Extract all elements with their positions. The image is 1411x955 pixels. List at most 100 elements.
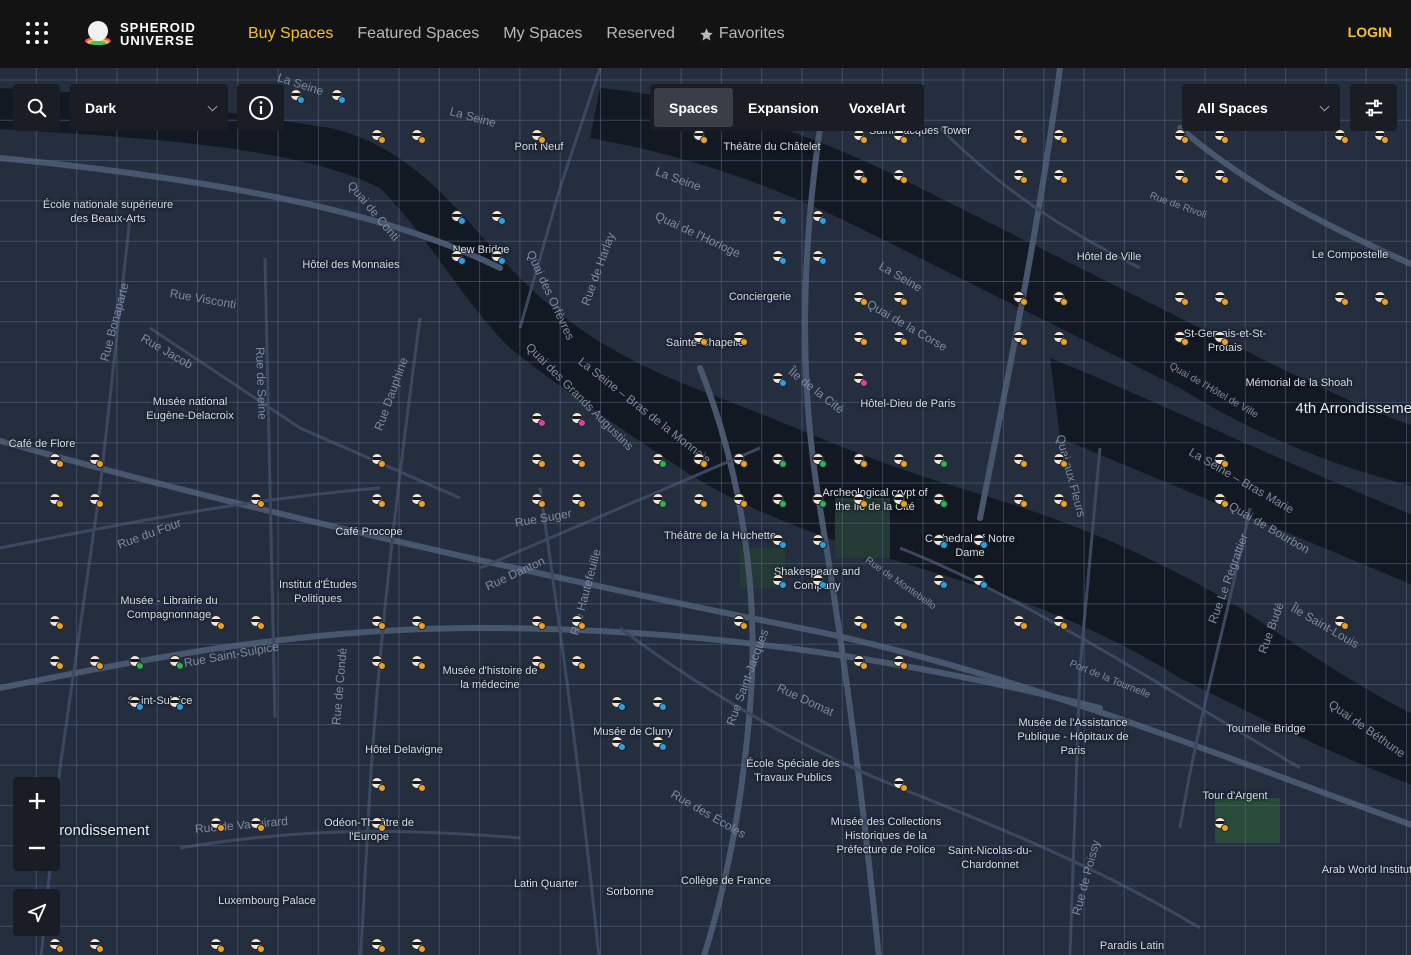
- place-sorbonne[interactable]: Sorbonne: [606, 885, 654, 899]
- space-avatar-marker[interactable]: [529, 127, 547, 145]
- space-avatar-marker[interactable]: [1212, 289, 1230, 307]
- place-tournelle-bridge[interactable]: Tournelle Bridge: [1226, 722, 1306, 736]
- space-avatar-marker[interactable]: [1332, 613, 1350, 631]
- space-avatar-marker[interactable]: [369, 127, 387, 145]
- place-luxembourg-palace[interactable]: Luxembourg Palace: [218, 894, 316, 908]
- space-avatar-marker[interactable]: [87, 491, 105, 509]
- space-avatar-marker[interactable]: [691, 329, 709, 347]
- nav-featured-spaces[interactable]: Featured Spaces: [357, 25, 479, 43]
- space-avatar-marker[interactable]: [87, 653, 105, 671]
- place-theatre-huchette[interactable]: Théâtre de la Huchette: [664, 529, 776, 543]
- space-avatar-marker[interactable]: [47, 653, 65, 671]
- nav-reserved[interactable]: Reserved: [606, 25, 674, 43]
- search-button[interactable]: [13, 84, 60, 131]
- space-avatar-marker[interactable]: [770, 248, 788, 266]
- place-college-de-france[interactable]: Collège de France: [681, 874, 771, 888]
- space-avatar-marker[interactable]: [369, 775, 387, 793]
- place-hotel-des-monnaies[interactable]: Hôtel des Monnaies: [302, 258, 399, 272]
- space-avatar-marker[interactable]: [810, 491, 828, 509]
- space-avatar-marker[interactable]: [409, 127, 427, 145]
- space-avatar-marker[interactable]: [449, 248, 467, 266]
- space-avatar-marker[interactable]: [1172, 289, 1190, 307]
- space-avatar-marker[interactable]: [529, 410, 547, 428]
- space-avatar-marker[interactable]: [569, 410, 587, 428]
- space-avatar-marker[interactable]: [1011, 613, 1029, 631]
- space-avatar-marker[interactable]: [87, 451, 105, 469]
- place-cafe-de-flore[interactable]: Café de Flore: [9, 437, 76, 451]
- place-latin-quarter[interactable]: Latin Quarter: [514, 877, 578, 891]
- place-sciences-po[interactable]: Institut d'Études Politiques: [268, 578, 368, 606]
- place-musee-delacroix[interactable]: Musée national Eugène-Delacroix: [135, 395, 245, 423]
- space-avatar-marker[interactable]: [127, 694, 145, 712]
- space-avatar-marker[interactable]: [489, 208, 507, 226]
- zoom-out-button[interactable]: [13, 824, 60, 871]
- filter-settings-button[interactable]: [1350, 84, 1397, 131]
- place-hotel-de-ville[interactable]: Hôtel de Ville: [1077, 250, 1142, 264]
- space-avatar-marker[interactable]: [369, 613, 387, 631]
- place-histoire-medecine[interactable]: Musée d'histoire de la médecine: [440, 664, 540, 692]
- place-archeological-crypt[interactable]: Archeological crypt of the Île de la Cit…: [815, 486, 935, 514]
- space-avatar-marker[interactable]: [891, 775, 909, 793]
- space-avatar-marker[interactable]: [248, 815, 266, 833]
- space-avatar-marker[interactable]: [1011, 127, 1029, 145]
- space-avatar-marker[interactable]: [127, 653, 145, 671]
- space-avatar-marker[interactable]: [1212, 167, 1230, 185]
- space-avatar-marker[interactable]: [167, 653, 185, 671]
- space-avatar-marker[interactable]: [931, 532, 949, 550]
- space-avatar-marker[interactable]: [770, 572, 788, 590]
- place-beaux-arts[interactable]: École nationale supérieure des Beaux-Art…: [33, 198, 183, 226]
- place-arab-world-institute[interactable]: Arab World Institute: [1322, 863, 1411, 877]
- space-avatar-marker[interactable]: [1051, 167, 1069, 185]
- space-avatar-marker[interactable]: [248, 613, 266, 631]
- space-avatar-marker[interactable]: [650, 734, 668, 752]
- info-button[interactable]: [237, 84, 284, 131]
- space-avatar-marker[interactable]: [529, 451, 547, 469]
- space-avatar-marker[interactable]: [731, 491, 749, 509]
- space-avatar-marker[interactable]: [770, 532, 788, 550]
- tab-spaces[interactable]: Spaces: [654, 88, 734, 127]
- space-avatar-marker[interactable]: [208, 936, 226, 954]
- space-avatar-marker[interactable]: [731, 329, 749, 347]
- map-canvas[interactable]: Pont Neuf Théâtre du Châtelet École nati…: [0, 68, 1411, 955]
- locate-me-button[interactable]: [13, 889, 60, 936]
- space-avatar-marker[interactable]: [1212, 451, 1230, 469]
- space-avatar-marker[interactable]: [1332, 289, 1350, 307]
- space-avatar-marker[interactable]: [569, 653, 587, 671]
- space-avatar-marker[interactable]: [369, 815, 387, 833]
- space-avatar-marker[interactable]: [47, 491, 65, 509]
- place-cafe-procope[interactable]: Café Procope: [335, 525, 402, 539]
- brand-logo[interactable]: SPHEROID UNIVERSE: [82, 16, 222, 52]
- map-style-select[interactable]: Dark: [70, 84, 228, 131]
- space-avatar-marker[interactable]: [851, 653, 869, 671]
- space-avatar-marker[interactable]: [529, 613, 547, 631]
- space-avatar-marker[interactable]: [1011, 289, 1029, 307]
- nav-buy-spaces[interactable]: Buy Spaces: [248, 25, 333, 43]
- space-avatar-marker[interactable]: [208, 613, 226, 631]
- nav-favorites[interactable]: Favorites: [699, 25, 785, 43]
- tab-voxelart[interactable]: VoxelArt: [834, 88, 921, 127]
- space-avatar-marker[interactable]: [529, 491, 547, 509]
- space-avatar-marker[interactable]: [691, 491, 709, 509]
- space-avatar-marker[interactable]: [609, 694, 627, 712]
- spaces-filter-select[interactable]: All Spaces: [1182, 84, 1340, 131]
- space-avatar-marker[interactable]: [1212, 491, 1230, 509]
- space-avatar-marker[interactable]: [650, 451, 668, 469]
- place-memorial-shoah[interactable]: Mémorial de la Shoah: [1245, 376, 1352, 390]
- space-avatar-marker[interactable]: [810, 532, 828, 550]
- space-avatar-marker[interactable]: [891, 451, 909, 469]
- tab-expansion[interactable]: Expansion: [733, 88, 834, 127]
- space-avatar-marker[interactable]: [409, 775, 427, 793]
- space-avatar-marker[interactable]: [770, 370, 788, 388]
- place-assistance-publique[interactable]: Musée de l'Assistance Publique - Hôpitau…: [1008, 716, 1138, 758]
- space-avatar-marker[interactable]: [569, 451, 587, 469]
- space-avatar-marker[interactable]: [248, 491, 266, 509]
- space-avatar-marker[interactable]: [891, 613, 909, 631]
- space-avatar-marker[interactable]: [1051, 613, 1069, 631]
- place-ecole-travaux-publics[interactable]: École Spéciale des Travaux Publics: [733, 757, 853, 785]
- space-avatar-marker[interactable]: [891, 653, 909, 671]
- space-avatar-marker[interactable]: [47, 613, 65, 631]
- space-avatar-marker[interactable]: [770, 451, 788, 469]
- space-avatar-marker[interactable]: [1372, 289, 1390, 307]
- space-avatar-marker[interactable]: [1011, 167, 1029, 185]
- space-avatar-marker[interactable]: [208, 815, 226, 833]
